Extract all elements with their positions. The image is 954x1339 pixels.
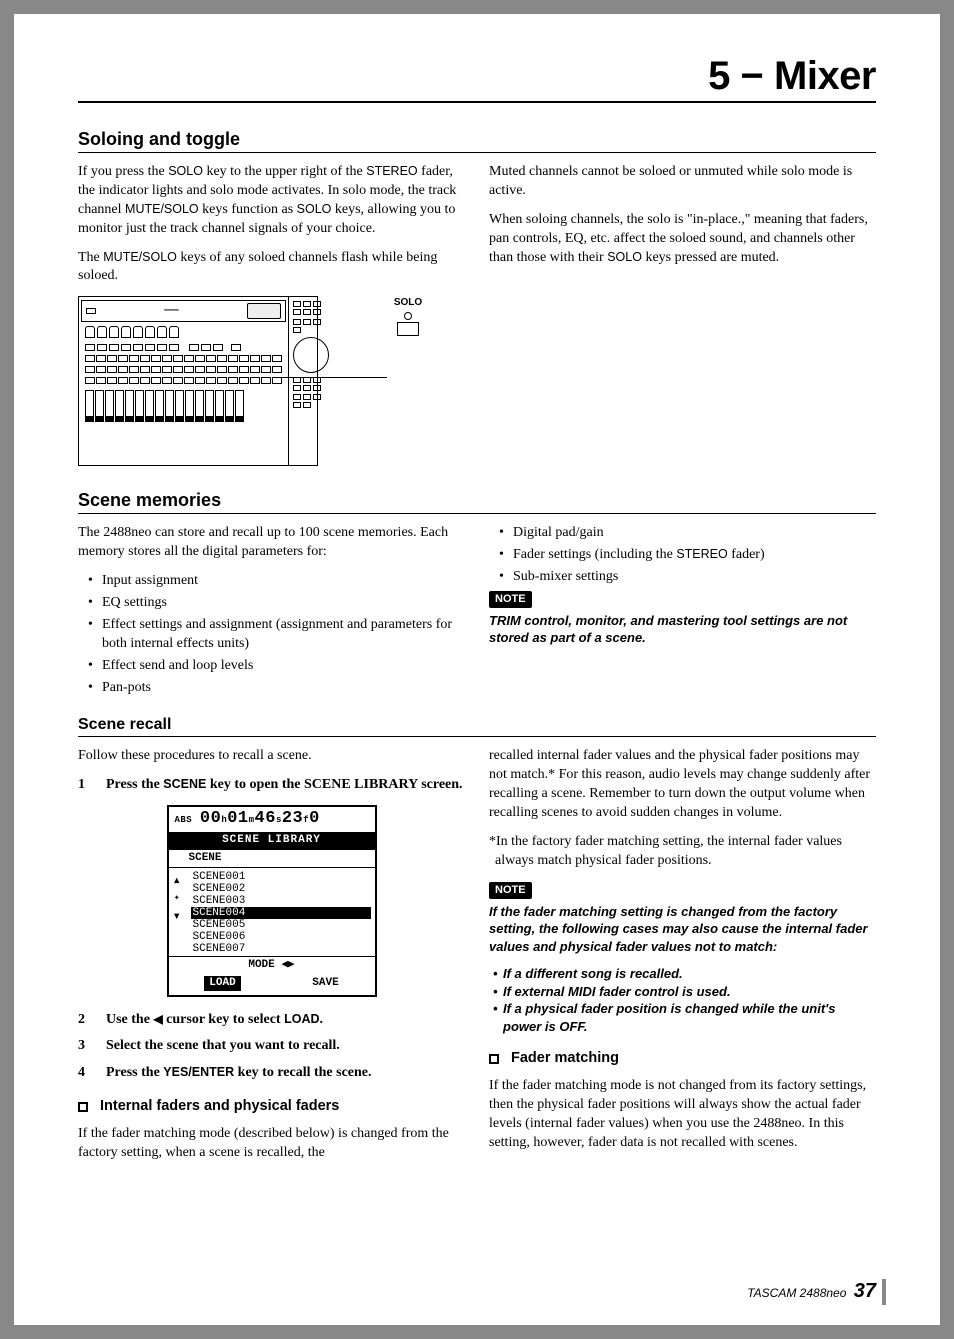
- footer-accent-bar: [882, 1279, 886, 1305]
- soloing-p2: The MUTE/SOLO keys of any soloed channel…: [78, 249, 465, 287]
- scene-memories-left-list: Input assignment EQ settings Effect sett…: [78, 572, 465, 697]
- down-arrow-icon: ▾: [173, 910, 181, 924]
- page-footer: TASCAM 2488neo 37: [747, 1280, 876, 1303]
- footer-page-number: 37: [854, 1280, 876, 1302]
- lcd-scroll-arrows: ▴ ✦ ▾: [173, 874, 181, 924]
- scene-recall-columns: Follow these procedures to recall a scen…: [78, 747, 876, 1172]
- square-bullet-icon: [489, 1054, 499, 1064]
- step-2: 2Use the ◀ cursor key to select LOAD.: [78, 1011, 465, 1030]
- lcd-item: SCENE001: [191, 871, 371, 883]
- lcd-mode: MODE ◀▶: [169, 956, 375, 974]
- list-item: Fader settings (including the STEREO fad…: [503, 546, 876, 565]
- solo-callout-label: SOLO: [394, 296, 422, 310]
- lcd-item: SCENE005: [191, 919, 371, 931]
- scene-recall-left: Follow these procedures to recall a scen…: [78, 747, 465, 1172]
- soloing-right-p2: When soloing channels, the solo is "in-p…: [489, 211, 876, 268]
- internal-faders-p1: If the fader matching mode (described be…: [78, 1125, 465, 1163]
- lcd-time: ABS 00h01m46s23f0: [169, 807, 375, 832]
- soloing-right-p1: Muted channels cannot be soloed or unmut…: [489, 163, 876, 201]
- list-item: If a different song is recalled.: [493, 965, 876, 983]
- lcd-list: ▴✦▾ SCENE001SCENE002SCENE003SCENE004SCEN…: [169, 868, 375, 956]
- step-1: 1Press the SCENE key to open the SCENE L…: [78, 776, 465, 795]
- note-badge: NOTE: [489, 882, 532, 899]
- note-text: If the fader matching setting is changed…: [489, 903, 876, 956]
- scene-recall-right: recalled internal fader values and the p…: [489, 747, 876, 1172]
- scene-memories-intro: The 2488neo can store and recall up to 1…: [78, 524, 465, 562]
- soloing-left-col: If you press the SOLO key to the upper r…: [78, 163, 465, 472]
- scene-recall-intro: Follow these procedures to recall a scen…: [78, 747, 465, 766]
- soloing-columns: If you press the SOLO key to the upper r…: [78, 163, 876, 472]
- list-item: Effect settings and assignment (assignme…: [92, 616, 465, 654]
- mixer-figure: ━━━━: [78, 296, 465, 466]
- solo-button-icon: [397, 322, 419, 336]
- fader-matching-p1: If the fader matching mode is not change…: [489, 1077, 876, 1153]
- note-badge: NOTE: [489, 591, 532, 608]
- section-scene-recall-title: Scene recall: [78, 716, 876, 737]
- solo-callout: SOLO: [368, 296, 448, 336]
- lcd-save: SAVE: [312, 976, 338, 991]
- diamond-icon: ✦: [174, 894, 180, 904]
- up-arrow-icon: ▴: [173, 874, 181, 888]
- section-soloing-title: Soloing and toggle: [78, 129, 876, 153]
- solo-led-icon: [404, 312, 412, 320]
- lcd-item: SCENE007: [191, 943, 371, 955]
- lcd-header: SCENE: [169, 849, 375, 868]
- step-4: 4Press the YES/ENTER key to recall the s…: [78, 1064, 465, 1083]
- note-text: TRIM control, monitor, and mastering too…: [489, 612, 876, 647]
- note-list: If a different song is recalled. If exte…: [489, 965, 876, 1035]
- list-item: If a physical fader position is changed …: [493, 1000, 876, 1035]
- chapter-title: 5 − Mixer: [78, 54, 876, 103]
- scene-memories-left: The 2488neo can store and recall up to 1…: [78, 524, 465, 700]
- list-item: Digital pad/gain: [503, 524, 876, 543]
- scene-recall-steps: 1Press the SCENE key to open the SCENE L…: [78, 776, 465, 795]
- scene-memories-right-list: Digital pad/gain Fader settings (includi…: [489, 524, 876, 587]
- mixer-panel-illustration: ━━━━: [78, 296, 318, 466]
- list-item: EQ settings: [92, 594, 465, 613]
- square-bullet-icon: [78, 1102, 88, 1112]
- lcd-title: SCENE LIBRARY: [169, 832, 375, 849]
- list-item: If external MIDI fader control is used.: [493, 983, 876, 1001]
- lcd-item: SCENE006: [191, 931, 371, 943]
- scene-memories-right: Digital pad/gain Fader settings (includi…: [489, 524, 876, 700]
- scene-memories-columns: The 2488neo can store and recall up to 1…: [78, 524, 876, 700]
- sub-fader-matching: Fader matching: [489, 1049, 876, 1069]
- manual-page: 5 − Mixer Soloing and toggle If you pres…: [14, 14, 940, 1325]
- list-item: Effect send and loop levels: [92, 657, 465, 676]
- section-scene-memories-title: Scene memories: [78, 490, 876, 514]
- lcd-item: SCENE003: [191, 895, 371, 907]
- lcd-load: LOAD: [204, 976, 240, 991]
- lcd-item: SCENE004: [191, 907, 371, 919]
- sub-internal-faders: Internal faders and physical faders: [78, 1097, 465, 1117]
- list-item: Sub-mixer settings: [503, 568, 876, 587]
- recall-right-p2: *In the factory fader matching setting, …: [489, 833, 876, 871]
- soloing-p1: If you press the SOLO key to the upper r…: [78, 163, 465, 239]
- soloing-right-col: Muted channels cannot be soloed or unmut…: [489, 163, 876, 472]
- list-item: Pan-pots: [92, 679, 465, 698]
- lcd-item: SCENE002: [191, 883, 371, 895]
- recall-right-p1: recalled internal fader values and the p…: [489, 747, 876, 823]
- step-3: 3Select the scene that you want to recal…: [78, 1037, 465, 1056]
- lcd-screen: ABS 00h01m46s23f0 SCENE LIBRARY SCENE ▴ ✦…: [167, 805, 377, 996]
- list-item: Input assignment: [92, 572, 465, 591]
- lcd-bottom-row: LOAD SAVE: [169, 974, 375, 995]
- footer-product: TASCAM 2488neo: [747, 1286, 846, 1300]
- scene-recall-steps-cont: 2Use the ◀ cursor key to select LOAD. 3S…: [78, 1011, 465, 1084]
